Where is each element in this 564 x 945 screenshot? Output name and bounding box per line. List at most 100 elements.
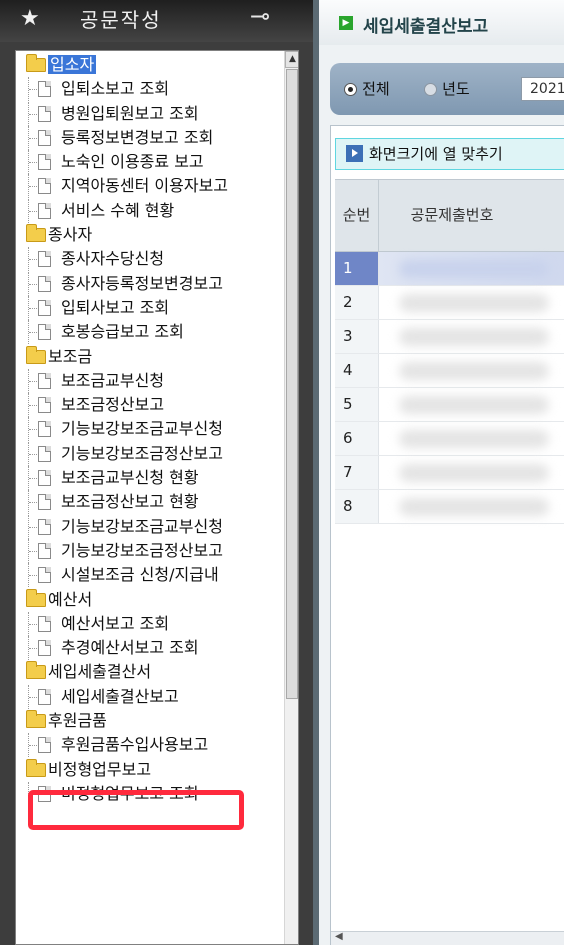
tree-item[interactable]: 기능보강보조금정산보고 xyxy=(20,441,282,466)
radio-all-label[interactable]: 전체 xyxy=(362,80,390,98)
tree-label[interactable]: 시설보조금 신청/지급내 xyxy=(61,565,219,584)
tree-item[interactable]: 입퇴소보고 조회 xyxy=(20,77,282,102)
tree-item[interactable]: 기능보강보조금교부신청 xyxy=(20,514,282,539)
table-row[interactable]: 8 xyxy=(335,490,564,524)
tree-label[interactable]: 후원금품 xyxy=(48,711,107,730)
radio-year-icon[interactable] xyxy=(424,83,437,96)
tree-connector xyxy=(29,283,37,285)
tree-item[interactable]: 예산서보고 조회 xyxy=(20,611,282,636)
tree-item[interactable]: 서비스 수혜 현황 xyxy=(20,198,282,223)
table-row[interactable]: 3 xyxy=(335,320,564,354)
table-row[interactable]: 4 xyxy=(335,354,564,388)
radio-year-label[interactable]: 년도 xyxy=(442,80,470,98)
horizontal-scrollbar[interactable]: ◀ xyxy=(331,931,564,945)
tree-label[interactable]: 종사자 xyxy=(48,225,92,244)
table-row[interactable]: 1 xyxy=(335,252,564,286)
tree-label[interactable]: 비정형업무보고 조회 xyxy=(61,784,199,803)
tree-label[interactable]: 입퇴사보고 조회 xyxy=(61,298,169,317)
tree-label[interactable]: 비정형업무보고 xyxy=(48,760,151,779)
row-seq-cell: 3 xyxy=(335,320,379,353)
pin-icon[interactable]: ⊸ xyxy=(250,2,270,30)
tree-label[interactable]: 기능보강보조금정산보고 xyxy=(61,444,223,463)
tree-item[interactable]: 등록정보변경보고 조회 xyxy=(20,125,282,150)
tree-item[interactable]: 보조금교부신청 xyxy=(20,368,282,393)
tree-label[interactable]: 보조금정산보고 현황 xyxy=(61,492,199,511)
column-header-doc-number[interactable]: 공문제출번호 xyxy=(379,180,564,251)
tree-label[interactable]: 세입세출결산보고 xyxy=(61,687,179,706)
tree-item[interactable]: 보조금정산보고 xyxy=(20,393,282,418)
tree-label[interactable]: 호봉승급보고 조회 xyxy=(61,322,184,341)
tree-item[interactable]: 기능보강보조금교부신청 xyxy=(20,417,282,442)
tree-folder[interactable]: 후원금품 xyxy=(20,709,282,733)
tree-label[interactable]: 추경예산서보고 조회 xyxy=(61,638,199,657)
tree-item[interactable]: 종사자수당신청 xyxy=(20,247,282,272)
tree-folder[interactable]: 입소자 xyxy=(20,53,282,77)
tree-folder[interactable]: 비정형업무보고 xyxy=(20,758,282,782)
tree-folder[interactable]: 종사자 xyxy=(20,223,282,247)
tree-label[interactable]: 등록정보변경보고 조회 xyxy=(61,128,213,147)
tree-item[interactable]: 기능보강보조금정산보고 xyxy=(20,538,282,563)
scroll-thumb[interactable] xyxy=(286,69,298,699)
document-icon xyxy=(38,81,51,98)
tree-folder[interactable]: 예산서 xyxy=(20,588,282,612)
tree-label[interactable]: 종사자등록정보변경보고 xyxy=(61,274,223,293)
tree-label[interactable]: 노숙인 이용종료 보고 xyxy=(61,152,204,171)
tree-item[interactable]: 종사자등록정보변경보고 xyxy=(20,271,282,296)
fit-columns-button[interactable]: 화면크기에 열 맞추기 xyxy=(335,138,564,170)
tree-folder[interactable]: 세입세출결산서 xyxy=(20,660,282,684)
tree-connector xyxy=(29,89,37,91)
tree-label[interactable]: 기능보강보조금교부신청 xyxy=(61,419,223,438)
tree-connector xyxy=(29,696,37,698)
table-row[interactable]: 7 xyxy=(335,456,564,490)
blurred-content xyxy=(399,294,549,312)
row-doc-number-cell xyxy=(379,490,564,523)
tree-item[interactable]: 비정형업무보고 조회 xyxy=(20,781,282,806)
tree-item[interactable]: 세입세출결산보고 xyxy=(20,684,282,709)
folder-icon xyxy=(26,588,46,607)
tree-item[interactable]: 후원금품수입사용보고 xyxy=(20,733,282,758)
tree-item[interactable]: 보조금교부신청 현황 xyxy=(20,466,282,491)
tree-label[interactable]: 기능보강보조금정산보고 xyxy=(61,541,223,560)
tree-folder[interactable]: 보조금 xyxy=(20,345,282,369)
tree-label[interactable]: 예산서보고 조회 xyxy=(61,614,169,633)
document-icon xyxy=(38,421,51,438)
tree-label[interactable]: 보조금교부신청 xyxy=(61,371,164,390)
tree-item[interactable]: 시설보조금 신청/지급내 xyxy=(20,563,282,588)
menu-tree-container: 입소자입퇴소보고 조회병원입퇴원보고 조회등록정보변경보고 조회노숙인 이용종료… xyxy=(15,50,299,945)
column-header-seq[interactable]: 순번 xyxy=(335,180,379,251)
tree-label[interactable]: 서비스 수혜 현황 xyxy=(61,201,174,220)
table-row[interactable]: 6 xyxy=(335,422,564,456)
tree-label[interactable]: 기능보강보조금교부신청 xyxy=(61,517,223,536)
tree-item[interactable]: 보조금정산보고 현황 xyxy=(20,490,282,515)
tree-item[interactable]: 노숙인 이용종료 보고 xyxy=(20,150,282,175)
scroll-up-arrow-icon[interactable]: ▲ xyxy=(285,51,298,68)
tree-label[interactable]: 입퇴소보고 조회 xyxy=(61,79,169,98)
radio-year-option[interactable]: 년도 xyxy=(424,78,470,99)
tree-label[interactable]: 보조금교부신청 현황 xyxy=(61,468,199,487)
radio-all-icon[interactable] xyxy=(344,83,357,96)
tree-item[interactable]: 병원입퇴원보고 조회 xyxy=(20,101,282,126)
tree-label[interactable]: 보조금정산보고 xyxy=(61,395,164,414)
tree-scrollbar[interactable]: ▲ xyxy=(284,51,298,944)
radio-all-option[interactable]: 전체 xyxy=(344,78,390,99)
table-row[interactable]: 5 xyxy=(335,388,564,422)
tree-label[interactable]: 병원입퇴원보고 조회 xyxy=(61,104,199,123)
star-icon[interactable]: ★ xyxy=(20,6,40,31)
tree-label[interactable]: 종사자수당신청 xyxy=(61,249,164,268)
tree-label[interactable]: 입소자 xyxy=(48,55,97,74)
tree-label[interactable]: 후원금품수입사용보고 xyxy=(61,735,208,754)
tree-item[interactable]: 지역아동센터 이용자보고 xyxy=(20,174,282,199)
tree-label[interactable]: 예산서 xyxy=(48,590,92,609)
tree-label[interactable]: 지역아동센터 이용자보고 xyxy=(61,176,228,195)
tree-item[interactable]: 추경예산서보고 조회 xyxy=(20,636,282,661)
year-input[interactable]: 2021 xyxy=(521,77,564,101)
scroll-left-arrow-icon[interactable]: ◀ xyxy=(335,931,343,942)
tree-item[interactable]: 호봉승급보고 조회 xyxy=(20,320,282,345)
tree-connector xyxy=(29,405,37,407)
document-icon xyxy=(38,129,51,146)
tree-item[interactable]: 입퇴사보고 조회 xyxy=(20,295,282,320)
tree-label[interactable]: 보조금 xyxy=(48,347,92,366)
folder-icon xyxy=(26,54,46,72)
tree-label[interactable]: 세입세출결산서 xyxy=(48,662,151,681)
table-row[interactable]: 2 xyxy=(335,286,564,320)
